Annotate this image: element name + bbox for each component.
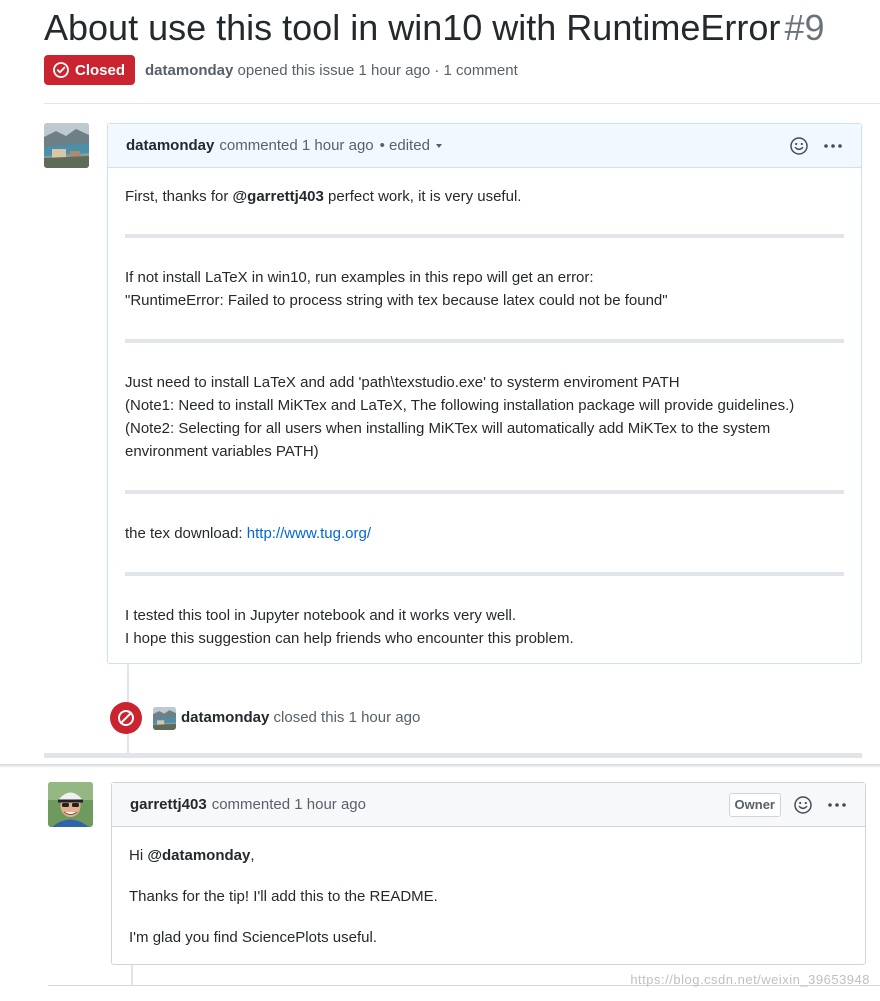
comment-paragraph: Hi @datamonday,	[129, 847, 255, 864]
kebab-horizontal-icon[interactable]	[827, 802, 847, 808]
caret-down-icon	[435, 144, 442, 149]
issue-closed-icon	[52, 61, 70, 79]
comment-paragraph: I'm glad you find SciencePlots useful.	[129, 929, 377, 946]
edited-label: • edited	[379, 137, 430, 154]
issue-meta-action: opened this issue 1 hour ago	[237, 61, 431, 79]
comment-paragraph: the tex download: http://www.tug.org/	[125, 525, 371, 542]
avatar[interactable]	[48, 782, 93, 827]
watermark: https://blog.csdn.net/weixin_39653948	[630, 972, 870, 987]
close-event: datamonday closed this 1 hour ago	[181, 707, 420, 729]
edited-dropdown[interactable]: • edited	[380, 137, 442, 154]
tug-download-link[interactable]: http://www.tug.org/	[247, 525, 371, 542]
issue-author-link[interactable]: datamonday	[145, 62, 233, 79]
timeline-line	[127, 664, 129, 702]
issue-state-label: Closed	[75, 61, 126, 79]
issue-state-badge: Closed	[44, 55, 136, 85]
timeline-line	[127, 734, 129, 753]
comment-body: Hi @datamonday, Thanks for the tip! I'll…	[112, 844, 865, 949]
timeline-line	[131, 965, 133, 985]
comment-header: garrettj403 commented 1 hour ago Owner	[112, 783, 865, 827]
avatar[interactable]	[44, 123, 89, 168]
timeline-divider	[44, 753, 862, 758]
comment-author[interactable]: garrettj403	[130, 796, 207, 813]
user-mention[interactable]: @garrettj403	[233, 188, 324, 205]
page-shadow	[0, 764, 880, 768]
horizontal-rule	[125, 339, 844, 343]
horizontal-rule	[125, 490, 844, 494]
horizontal-rule	[125, 572, 844, 576]
event-action[interactable]: closed this 1 hour ago	[274, 709, 421, 726]
comment: datamonday commented 1 hour ago • edited…	[107, 123, 862, 664]
horizontal-rule	[125, 234, 844, 238]
issue-title-row: About use this tool in win10 with Runtim…	[44, 6, 880, 50]
smiley-icon[interactable]	[793, 795, 813, 815]
comment-header: datamonday commented 1 hour ago • edited	[108, 124, 861, 168]
issue-number: #9	[784, 7, 825, 48]
comment-paragraph: Thanks for the tip! I'll add this to the…	[129, 888, 438, 905]
header-divider	[44, 103, 880, 104]
comment-author[interactable]: datamonday	[126, 137, 214, 154]
circle-slash-icon	[110, 702, 142, 734]
comment-body: First, thanks for @garrettj403 perfect w…	[108, 185, 861, 650]
issue-meta: Closed datamonday opened this issue 1 ho…	[44, 55, 518, 85]
comment-paragraph: First, thanks for @garrettj403 perfect w…	[125, 188, 522, 205]
comment: garrettj403 commented 1 hour ago Owner H…	[111, 782, 866, 965]
kebab-horizontal-icon[interactable]	[823, 143, 843, 149]
comment-paragraph: I tested this tool in Jupyter notebook a…	[125, 607, 574, 647]
smiley-icon[interactable]	[789, 136, 809, 156]
issue-meta-text: datamonday opened this issue 1 hour ago …	[145, 62, 518, 79]
issue-comment-count[interactable]: · 1 comment	[434, 62, 517, 79]
user-mention[interactable]: @datamonday	[147, 847, 250, 864]
comment-paragraph: If not install LaTeX in win10, run examp…	[125, 269, 668, 309]
event-avatar[interactable]	[153, 707, 176, 730]
event-author[interactable]: datamonday	[181, 709, 269, 726]
comment-paragraph: Just need to install LaTeX and add 'path…	[125, 374, 795, 460]
owner-badge: Owner	[728, 792, 781, 817]
issue-title: About use this tool in win10 with Runtim…	[44, 7, 781, 48]
comment-timestamp[interactable]: commented 1 hour ago	[219, 137, 373, 154]
comment-timestamp[interactable]: commented 1 hour ago	[212, 796, 366, 813]
